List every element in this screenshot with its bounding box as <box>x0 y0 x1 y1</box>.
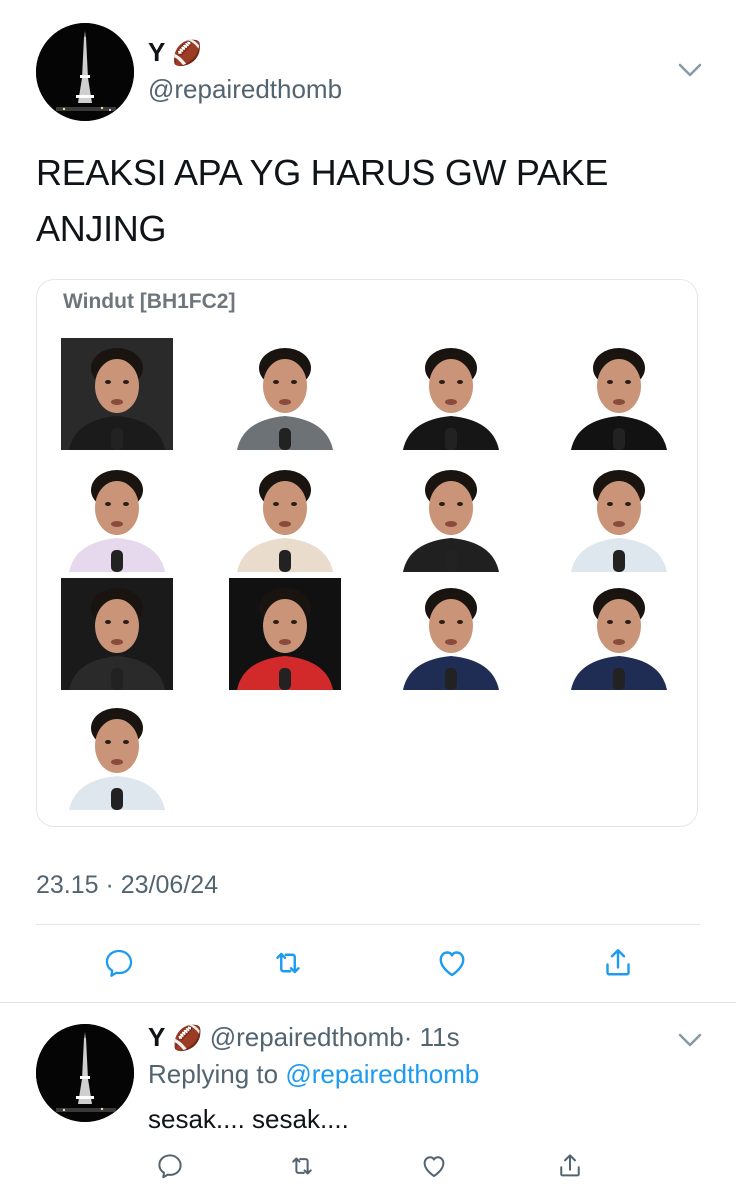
emote-gameboy-shirt[interactable] <box>563 460 675 572</box>
emote-hands-face[interactable] <box>395 338 507 450</box>
emote-tongue-lilac[interactable] <box>61 460 173 572</box>
chevron-down-icon[interactable] <box>676 58 704 87</box>
chevron-down-icon[interactable] <box>676 1028 704 1057</box>
tweet-text-line: REAKSI APA YG HARUS GW PAKE <box>36 152 609 193</box>
share-button[interactable] <box>596 941 640 985</box>
emote-smirk[interactable] <box>563 338 675 450</box>
emote-closeup-tongue[interactable] <box>229 460 341 572</box>
tower-night-avatar-icon <box>36 1024 134 1122</box>
heart-icon <box>423 1156 445 1177</box>
emote-tongue-out[interactable] <box>229 338 341 450</box>
reply-author-name[interactable]: Y <box>148 1022 165 1052</box>
emote-gameboy-mirror[interactable] <box>61 698 173 810</box>
reply-retweet-button[interactable] <box>280 1144 324 1188</box>
tweet-text-line: ANJING <box>36 208 167 249</box>
divider <box>36 924 700 925</box>
emote-helmet[interactable] <box>229 578 341 690</box>
author-name-row[interactable]: Y 🏈 <box>148 37 202 68</box>
football-emoji-icon: 🏈 <box>172 40 202 67</box>
comment-icon <box>105 949 133 977</box>
reply-reply-button[interactable] <box>148 1144 192 1188</box>
reply-header: Y 🏈 @repairedthomb· 11s <box>148 1022 460 1053</box>
retweet-button[interactable] <box>266 941 310 985</box>
emote-kopiah-dark[interactable] <box>395 578 507 690</box>
emote-card[interactable]: Windut [BH1FC2] <box>36 279 698 827</box>
author-name: Y <box>148 37 165 67</box>
divider <box>0 1002 736 1003</box>
tower-night-avatar-icon <box>36 23 134 121</box>
football-emoji-icon: 🏈 <box>172 1025 203 1052</box>
tweet-text: REAKSI APA YG HARUS GW PAKE ANJING <box>36 145 608 257</box>
replying-to-handle[interactable]: @repairedthomb <box>285 1059 479 1089</box>
emote-crying-mic[interactable] <box>395 460 507 572</box>
emote-kopiah-suit[interactable] <box>563 578 675 690</box>
heart-icon <box>439 951 465 977</box>
reply-text: sesak.... sesak.... <box>148 1104 349 1134</box>
comment-icon <box>158 1154 182 1179</box>
author-avatar[interactable] <box>36 23 134 121</box>
replying-to-label: Replying to <box>148 1059 279 1089</box>
card-title: Windut [BH1FC2] <box>63 290 236 313</box>
author-handle[interactable]: @repairedthomb <box>148 74 342 105</box>
retweet-icon <box>276 952 300 974</box>
reply-author-handle[interactable]: @repairedthomb <box>210 1022 404 1052</box>
reply-time: · 11s <box>403 1022 460 1052</box>
share-icon <box>560 1154 580 1177</box>
like-button[interactable] <box>430 941 474 985</box>
reply-share-button[interactable] <box>548 1144 592 1188</box>
emote-pink-face[interactable] <box>61 578 173 690</box>
emote-middle-fingers[interactable] <box>61 338 173 450</box>
reply-author-avatar[interactable] <box>36 1024 134 1122</box>
reply-like-button[interactable] <box>412 1144 456 1188</box>
retweet-icon <box>292 1157 312 1175</box>
reply-button[interactable] <box>97 941 141 985</box>
replying-to: Replying to @repairedthomb <box>148 1059 479 1090</box>
share-icon <box>606 949 630 976</box>
tweet-timestamp[interactable]: 23.15 · 23/06/24 <box>36 871 218 900</box>
